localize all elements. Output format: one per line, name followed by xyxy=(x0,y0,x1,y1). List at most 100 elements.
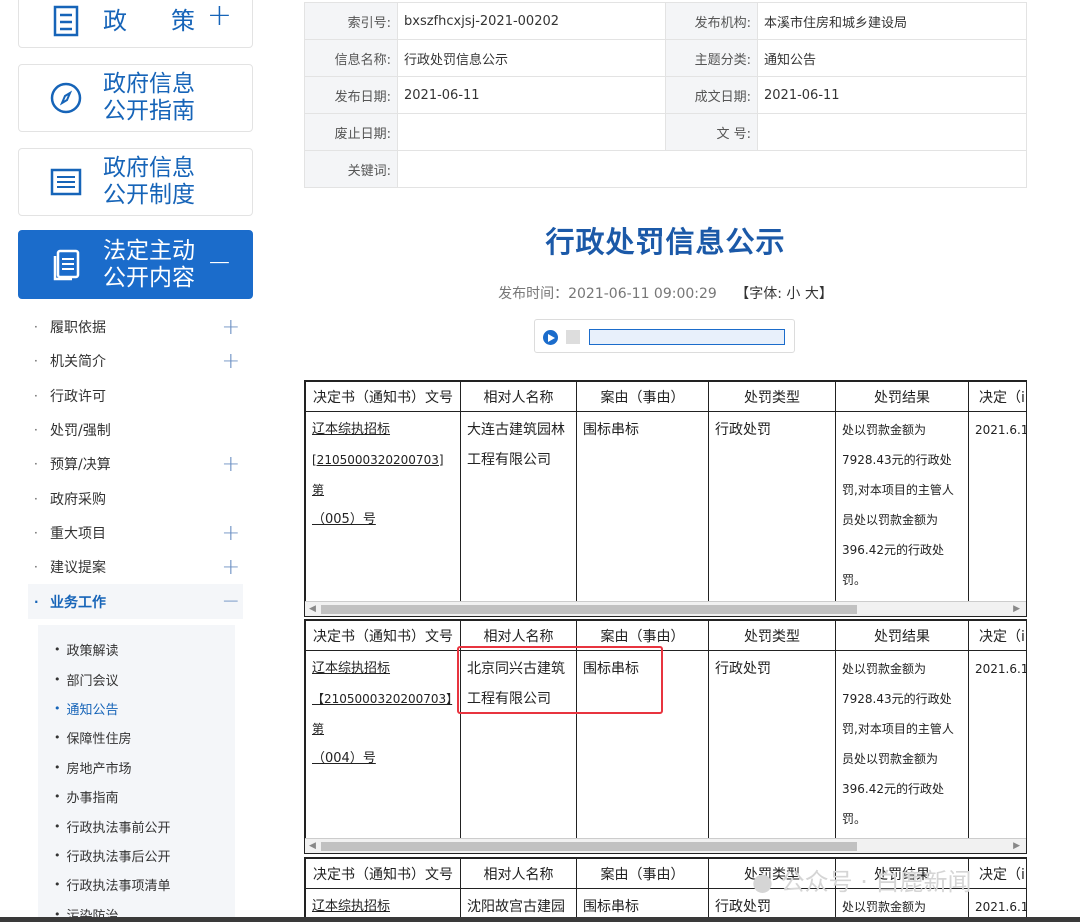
meta-label: 关键词: xyxy=(304,150,398,188)
sidebar-card-statutory[interactable]: 法定主动公开内容 − xyxy=(18,230,253,299)
watermark-text: 公众号 · 白鹿新闻 xyxy=(780,868,972,896)
publish-info: 发布时间：2021-06-11 09:00:29 【字体: 小 大】 xyxy=(304,283,1027,303)
font-size-toggle[interactable]: 【字体: 小 大】 xyxy=(735,286,833,302)
collapse-minus-icon[interactable]: − xyxy=(207,248,232,278)
expand-plus-icon[interactable]: + xyxy=(222,521,240,546)
penalty-result: 处以罚款金额为7928.43元的行政处罚,对本项目的主管人员处以罚款金额为396… xyxy=(835,650,969,839)
column-header: 相对人名称 xyxy=(460,381,577,412)
meta-label: 主题分类: xyxy=(665,39,758,77)
sidebar-card-title: 政府信息公开指南 xyxy=(103,71,195,124)
sidebar-card-guide[interactable]: 政府信息公开指南 xyxy=(18,64,253,132)
decision-doc-number[interactable]: 辽本综执招标 [2105000320200703]第 （005）号 xyxy=(305,411,461,602)
sidebar-item-business[interactable]: · 业务工作 − xyxy=(28,584,243,619)
submenu-label: 保障性住房 xyxy=(66,732,132,748)
submenu-label: 房地产市场 xyxy=(66,761,132,777)
sidebar-menu: · 履职依据 + · 机关简介 + · 行政许可 · 处罚/强制 · 预算/决算 + · 政府采购… xyxy=(28,310,243,619)
bottom-divider xyxy=(0,917,1080,922)
column-header: 决定（i xyxy=(968,858,1026,889)
column-header: 案由（事由） xyxy=(576,858,709,889)
doc-line: 辽本综执招标 xyxy=(312,661,391,676)
sidebar-item-label: 建议提案 xyxy=(50,560,106,577)
submenu-item[interactable]: • 保障性住房 xyxy=(38,723,235,752)
decision-doc-number[interactable]: 辽本综执招标 【2105000320200703】第 （004）号 xyxy=(305,650,461,839)
scroll-right-icon[interactable]: ▶ xyxy=(1013,839,1020,853)
sidebar-item-procurement[interactable]: · 政府采购 xyxy=(28,481,243,515)
publish-time: 发布时间：2021-06-11 09:00:29 xyxy=(498,286,717,302)
sidebar-item-duty-basis[interactable]: · 履职依据 + xyxy=(28,310,243,344)
expand-plus-icon[interactable]: + xyxy=(222,315,240,340)
expand-plus-icon[interactable]: + xyxy=(207,1,232,31)
sidebar-card-policy[interactable]: 政 策 + xyxy=(18,0,253,48)
submenu-label: 行政执法事后公开 xyxy=(66,849,171,865)
party-name: 大连古建筑园林工程有限公司 xyxy=(460,411,577,602)
submenu-label: 部门会议 xyxy=(66,673,119,689)
submenu-item[interactable]: • 房地产市场 xyxy=(38,753,235,782)
case-reason: 围标串标 xyxy=(576,411,709,602)
scroll-left-icon[interactable]: ◀ xyxy=(309,602,316,616)
collapse-minus-icon[interactable]: − xyxy=(222,589,240,614)
page-title: 行政处罚信息公示 xyxy=(545,225,786,259)
document-icon xyxy=(49,248,83,282)
sidebar-card-system[interactable]: 政府信息公开制度 xyxy=(18,148,253,216)
highlight-box xyxy=(457,646,663,714)
sidebar-item-label: 政府采购 xyxy=(50,491,106,508)
expand-plus-icon[interactable]: + xyxy=(222,349,240,374)
scroll-thumb[interactable] xyxy=(321,605,857,614)
sidebar-item-major-projects[interactable]: · 重大项目 + xyxy=(28,516,243,550)
expand-plus-icon[interactable]: + xyxy=(222,452,240,477)
party-name: 沈阳故宫古建园 xyxy=(460,888,577,919)
sidebar-card-title: 政 策 xyxy=(103,6,205,35)
submenu-item-active[interactable]: • 通知公告 xyxy=(38,694,235,723)
sidebar-item-proposals[interactable]: · 建议提案 + xyxy=(28,550,243,584)
meta-value: 行政处罚信息公示 xyxy=(397,39,666,77)
scroll-left-icon[interactable]: ◀ xyxy=(309,839,316,853)
sidebar-item-label: 重大项目 xyxy=(50,525,106,542)
decision-date: 2021.6.1( xyxy=(968,888,1026,919)
scroll-right-icon[interactable]: ▶ xyxy=(1013,602,1020,616)
submenu-label: 通知公告 xyxy=(66,702,119,718)
sidebar-item-label: 行政许可 xyxy=(50,388,106,405)
column-header: 决定书（通知书）文号 xyxy=(305,858,461,889)
column-header: 决定（i xyxy=(968,381,1026,412)
meta-label: 成文日期: xyxy=(665,76,758,114)
sidebar-item-label: 机关简介 xyxy=(50,354,106,371)
scroll-thumb[interactable] xyxy=(321,842,857,851)
stop-icon[interactable] xyxy=(566,330,580,344)
submenu-item[interactable]: • 行政执法事后公开 xyxy=(38,841,235,870)
expand-plus-icon[interactable]: + xyxy=(222,555,240,580)
audio-progress-bar[interactable] xyxy=(589,329,785,345)
sidebar-item-label: 履职依据 xyxy=(50,320,106,337)
meta-label: 索引号: xyxy=(304,2,398,40)
meta-value xyxy=(757,113,1027,151)
meta-value: 本溪市住房和城乡建设局 xyxy=(757,2,1027,40)
submenu-item[interactable]: • 办事指南 xyxy=(38,782,235,811)
meta-label: 发布日期: xyxy=(304,76,398,114)
horizontal-scrollbar[interactable]: ◀ ▶ xyxy=(305,838,1026,853)
doc-line: （004）号 xyxy=(312,751,376,766)
submenu-item[interactable]: • 行政执法事项清单 xyxy=(38,870,235,899)
compass-icon xyxy=(49,81,83,115)
meta-label: 发布机构: xyxy=(665,2,758,40)
sidebar-item-agency-intro[interactable]: · 机关简介 + xyxy=(28,344,243,378)
submenu-item[interactable]: • 行政执法事前公开 xyxy=(38,811,235,840)
column-header: 决定书（通知书）文号 xyxy=(305,381,461,412)
decision-doc-number[interactable]: 辽本综执招标 xyxy=(305,888,461,919)
meta-value: 2021-06-11 xyxy=(757,76,1027,114)
policy-icon xyxy=(49,4,83,38)
doc-line: 辽本综执招标 xyxy=(312,899,391,914)
sidebar-item-penalty[interactable]: · 处罚/强制 xyxy=(28,413,243,447)
column-header: 处罚类型 xyxy=(708,381,836,412)
meta-label: 文 号: xyxy=(665,113,758,151)
submenu-label: 行政执法事项清单 xyxy=(66,879,171,895)
sidebar-card-title: 政府信息公开制度 xyxy=(103,155,195,208)
list-icon xyxy=(49,165,83,199)
horizontal-scrollbar[interactable]: ◀ ▶ xyxy=(305,601,1026,616)
submenu-item[interactable]: • 部门会议 xyxy=(38,664,235,693)
play-icon[interactable] xyxy=(543,330,558,345)
sidebar-item-admin-license[interactable]: · 行政许可 xyxy=(28,379,243,413)
sidebar-item-budget[interactable]: · 预算/决算 + xyxy=(28,447,243,481)
column-header: 处罚结果 xyxy=(835,381,969,412)
submenu-item[interactable]: • 政策解读 xyxy=(38,635,235,664)
sidebar-item-label: 处罚/强制 xyxy=(50,423,111,440)
column-header: 处罚类型 xyxy=(708,620,836,651)
